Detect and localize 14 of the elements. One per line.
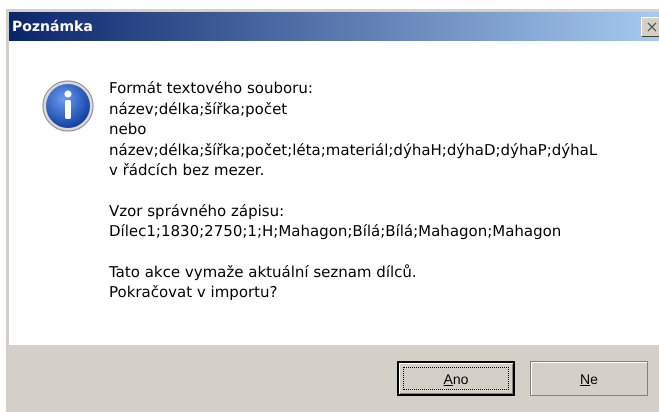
- message-line: Tato akce vymaže aktuální seznam dílců.: [109, 262, 418, 282]
- message-line: Pokračovat v importu?: [109, 282, 279, 302]
- dialog-button[interactable]: Ne: [530, 361, 648, 396]
- message-line: Dílec1;1830;2750;1;H;Mahagon;Bílá;Bílá;Mahagon;Mahagon: [109, 221, 562, 242]
- message-line: v řádcích bez mezer.: [109, 160, 266, 180]
- dialog-button[interactable]: Ano: [397, 361, 515, 396]
- message-line: Formát textového souboru:: [109, 78, 314, 98]
- message-line: Vzor správného zápisu:: [109, 200, 286, 221]
- message-line: název;délka;šířka;počet;léta;materiál;dýhaH;dýhaD;dýhaP;dýhaL: [109, 140, 598, 160]
- close-button[interactable]: ×: [641, 16, 659, 36]
- message-line: nebo: [109, 119, 148, 140]
- window-title: Poznámka: [12, 18, 93, 34]
- message-line: název;délka;šířka;počet: [109, 98, 288, 119]
- info-icon: [42, 80, 94, 132]
